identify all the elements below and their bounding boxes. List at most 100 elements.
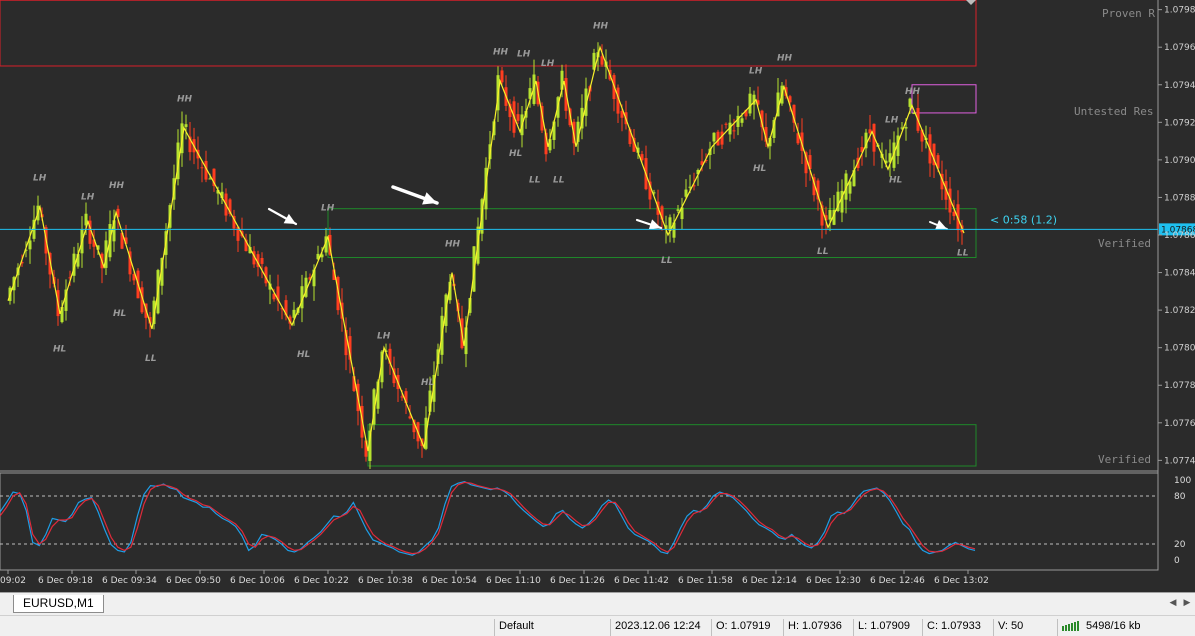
price-tick-label: 1.07745 (1164, 456, 1195, 466)
pivot-label-hh: HH (777, 53, 793, 63)
pivot-label-ll: LL (661, 256, 673, 266)
connection-status-icon[interactable] (1062, 621, 1082, 631)
candle-body (740, 118, 744, 123)
status-profile[interactable]: Default (494, 619, 534, 636)
pivot-label-hh: HH (177, 95, 193, 105)
candle-body (260, 257, 264, 264)
time-tick-label: 6 Dec 11:58 (678, 576, 733, 586)
candle-body (904, 127, 908, 129)
zone-label-proven: Proven R (1102, 7, 1155, 20)
candle-body (676, 209, 680, 211)
candle-body (184, 124, 188, 127)
time-tick-label: 6 Dec 10:22 (294, 576, 349, 586)
candle-body (724, 123, 728, 125)
price-tick-label: 1.07965 (1164, 43, 1195, 53)
time-tick-label: 6 Dec 12:14 (742, 576, 797, 586)
candle-body (712, 132, 716, 142)
time-tick-label: 6 Dec 12:30 (806, 576, 861, 586)
time-tick-label: 6 Dec 09:18 (38, 576, 93, 586)
pivot-label-lh: LH (541, 59, 555, 69)
stoch-tick-label: 100 (1174, 476, 1191, 486)
candle-body (848, 181, 852, 194)
pivot-label-ll: LL (553, 175, 565, 185)
status-bar: Default 2023.12.06 12:24 O: 1.07919 H: 1… (0, 615, 1195, 636)
pivot-label-hl: HL (113, 309, 127, 319)
chart-window[interactable]: Proven R Untested Res Verified Verified LH HL… (0, 0, 1195, 590)
time-tick-label: 6 Dec 09:50 (166, 576, 221, 586)
pivot-label-hh: HH (905, 87, 921, 97)
pivot-label-ll: LL (957, 249, 969, 259)
time-tick-label: 6 Dec 12:46 (870, 576, 925, 586)
price-tick-label: 1.07985 (1164, 6, 1195, 16)
pivot-label-lh: LH (33, 174, 47, 184)
price-tick-label: 1.07905 (1164, 156, 1195, 166)
time-tick-label: 6 Dec 10:54 (422, 576, 477, 586)
price-tick-label: 1.07765 (1164, 419, 1195, 429)
price-tick-label: 1.07785 (1164, 381, 1195, 391)
time-tick-label: 09:02 (0, 576, 26, 586)
pivot-label-ll: LL (145, 354, 157, 364)
pivot-label-lh: LH (885, 115, 899, 125)
status-low: L: 1.07909 (853, 619, 910, 636)
pivot-label-lh: LH (749, 66, 763, 76)
pivot-label-hl: HL (297, 350, 311, 360)
pivot-label-hh: HH (445, 239, 461, 249)
status-volume: V: 50 (993, 619, 1023, 636)
pivot-label-hl: HL (53, 344, 67, 354)
time-tick-label: 6 Dec 10:06 (230, 576, 285, 586)
status-open: O: 1.07919 (711, 619, 770, 636)
stoch-tick-label: 80 (1174, 492, 1186, 502)
pivot-label-lh: LH (517, 50, 531, 60)
status-datetime: 2023.12.06 12:24 (610, 619, 701, 636)
pivot-label-hl: HL (753, 164, 767, 174)
tab-scroll-right-icon[interactable]: ▶ (1181, 596, 1193, 610)
price-tick-label: 1.07845 (1164, 269, 1195, 279)
time-tick-label: 6 Dec 11:10 (486, 576, 541, 586)
price-tick-label: 1.07805 (1164, 344, 1195, 354)
pivot-label-hh: HH (493, 48, 509, 58)
time-tick-label: 6 Dec 13:02 (934, 576, 989, 586)
stoch-tick-label: 20 (1174, 540, 1186, 550)
pivot-label-hl: HL (421, 378, 435, 388)
zone-label-untested: Untested Res (1074, 105, 1153, 118)
candle-body (908, 98, 912, 107)
pivot-label-lh: LH (81, 192, 95, 202)
candle-body (28, 240, 32, 250)
candle-body (208, 178, 212, 180)
candle-body (516, 114, 520, 121)
time-tick-label: 6 Dec 10:38 (358, 576, 413, 586)
candle-body (200, 167, 204, 169)
zone-label-verified-upper: Verified (1098, 237, 1151, 250)
tab-scroll-left-icon[interactable]: ◀ (1167, 596, 1179, 610)
price-tick-label: 1.07825 (1164, 306, 1195, 316)
zone-label-verified-lower: Verified (1098, 453, 1151, 466)
chart-tab-bar: EURUSD,M1 ◀ ▶ (0, 592, 1195, 615)
chart-tab-eurusd[interactable]: EURUSD,M1 (13, 595, 104, 613)
candle-timer-label: < 0:58 (1.2) (990, 213, 1057, 226)
pivot-label-lh: LH (321, 204, 335, 214)
stoch-tick-label: 0 (1174, 556, 1180, 566)
pivot-label-ll: LL (529, 175, 541, 185)
status-high: H: 1.07936 (783, 619, 842, 636)
candle-body (828, 210, 832, 220)
time-tick-label: 6 Dec 09:34 (102, 576, 157, 586)
price-tick-label: 1.07885 (1164, 193, 1195, 203)
time-tick-label: 6 Dec 11:42 (614, 576, 669, 586)
pivot-label-hh: HH (109, 181, 125, 191)
price-tick-label: 1.07945 (1164, 81, 1195, 91)
pivot-label-hh: HH (593, 21, 609, 31)
status-close: C: 1.07933 (922, 619, 981, 636)
time-tick-label: 6 Dec 11:26 (550, 576, 605, 586)
pivot-label-ll: LL (817, 247, 829, 257)
candle-body (748, 93, 752, 114)
pivot-label-lh: LH (377, 331, 391, 341)
candle-body (408, 416, 412, 419)
candle-body (732, 130, 736, 132)
price-tick-label: 1.07865 (1164, 231, 1195, 241)
candle-body (720, 131, 724, 145)
chart-canvas[interactable]: Proven R Untested Res Verified Verified LH HL… (0, 0, 1195, 590)
candle-body (500, 70, 504, 83)
candle-body (600, 56, 604, 65)
price-tick-label: 1.07925 (1164, 118, 1195, 128)
pivot-label-hl: HL (509, 149, 523, 159)
